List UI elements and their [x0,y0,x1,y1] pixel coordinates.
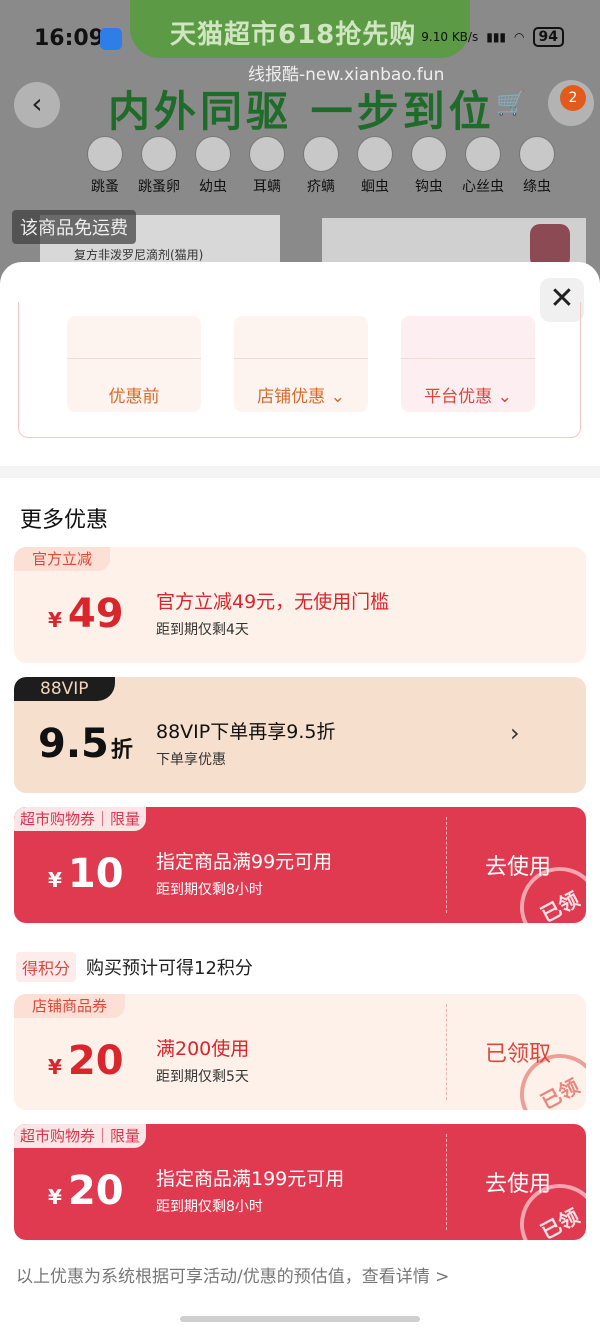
coupon-amount: ¥49 [48,591,124,637]
hookworm-icon [411,136,447,172]
battery-icon: 94 [532,27,564,47]
coupon-title: 指定商品满99元可用 [156,851,333,873]
coupon-title: 满200使用 [156,1038,250,1060]
pest-item: 跳蚤 [80,136,130,196]
coupon-title: 指定商品满199元可用 [156,1168,345,1190]
breakdown-label: 平台优惠 ⌄ [424,387,512,407]
flea-egg-icon [141,136,177,172]
coupon-tag: 超市购物券｜限量 [14,1124,147,1148]
coupon-amount: 9.5折 [38,721,133,767]
coupon-amount: ¥20 [48,1038,124,1084]
tapeworm-icon [519,136,555,172]
cart-count-badge: 2 [560,85,586,111]
coupon-supermarket-10: 超市购物券｜限量 ¥10 指定商品满99元可用 距到期仅剩8小时 已领 去使用 [14,807,586,923]
status-icons: 9.10 KB/s ▮▮▮ ◠ 94 [421,27,564,47]
coupon-88vip[interactable]: 88VIP 9.5折 88VIP下单再享9.5折 下单享优惠 › [14,677,586,793]
coupon-supermarket-20: 超市购物券｜限量 ¥20 指定商品满199元可用 距到期仅剩8小时 已领 去使用 [14,1124,586,1240]
wifi-icon: ◠ [514,30,525,44]
chevron-right-icon: › [510,719,520,747]
breakdown-card-store[interactable]: 店铺优惠 ⌄ [234,316,368,412]
status-bar: 16:09 9.10 KB/s ▮▮▮ ◠ 94 [0,0,600,80]
breakdown-label: 店铺优惠 ⌄ [257,387,345,407]
coupon-amount: ¥10 [48,851,124,897]
coupon-divider [446,1134,447,1230]
back-arrow-icon[interactable]: ‹ [14,82,60,128]
coupon-tag: 88VIP [14,677,115,701]
pest-list: 跳蚤 跳蚤卵 幼虫 耳螨 疥螨 蛔虫 钩虫 心丝虫 绦虫 [80,136,562,196]
coupon-subtitle: 下单享优惠 [156,752,226,768]
pest-item: 心丝虫 [458,136,508,196]
coupon-expiry: 距到期仅剩8小时 [156,1199,263,1215]
home-indicator[interactable] [180,1316,420,1322]
chevron-down-icon: ⌄ [330,387,345,407]
claimed-label: 已领取 [484,1042,551,1067]
flea-icon [87,136,123,172]
coupon-amount: ¥20 [48,1168,124,1214]
coupon-official-discount[interactable]: 官方立减 ¥49 官方立减49元，无使用门槛 距到期仅剩4天 [14,547,586,663]
product-heading: 内外同驱 一步到位 [108,87,495,136]
coupon-title: 官方立减49元，无使用门槛 [156,591,390,613]
pest-item: 幼虫 [188,136,238,196]
larva-icon [195,136,231,172]
coupon-title: 88VIP下单再享9.5折 [156,721,336,743]
signal-icon: ▮▮▮ [486,30,507,44]
divider [0,466,600,478]
app-notification-icon [100,28,122,50]
discount-sheet: ✕ 优惠前 店铺优惠 ⌄ 平台优惠 ⌄ 更多优惠 官方立减 ¥49 官方立减49… [0,262,600,1333]
pest-item: 跳蚤卵 [134,136,184,196]
breakdown-card-platform[interactable]: 平台优惠 ⌄ [401,316,535,412]
pest-item: 蛔虫 [350,136,400,196]
network-speed: 9.10 KB/s [421,30,479,44]
product-box-text: 复方非泼罗尼滴剂(猫用) [74,248,204,262]
coupon-tag: 官方立减 [14,547,111,571]
price-breakdown: 优惠前 店铺优惠 ⌄ 平台优惠 ⌄ [18,302,581,438]
breakdown-card-original: 优惠前 [67,316,201,412]
roundworm-icon [357,136,393,172]
coupon-expiry: 距到期仅剩8小时 [156,882,263,898]
cart-icon[interactable]: 🛒 [488,80,534,126]
pest-item: 耳螨 [242,136,292,196]
free-shipping-label: 该商品免运费 [12,210,136,244]
status-time: 16:09 [34,26,105,51]
details-link[interactable]: 以上优惠为系统根据可享活动/优惠的预估值，查看详情 > [16,1262,449,1287]
scabies-mite-icon [303,136,339,172]
coupon-divider [446,1004,447,1100]
points-row: 得积分 购买预计可得12积分 [16,952,253,982]
coupon-tag: 店铺商品券 [14,994,126,1018]
coupon-expiry: 距到期仅剩4天 [156,622,249,638]
use-coupon-button[interactable]: 去使用 [450,849,586,881]
coupon-tag: 超市购物券｜限量 [14,807,147,831]
use-coupon-button[interactable]: 去使用 [450,1166,586,1198]
coupon-expiry: 距到期仅剩5天 [156,1069,249,1085]
section-title: 更多优惠 [20,508,109,533]
coupon-divider [446,817,447,913]
pest-item: 绦虫 [512,136,562,196]
ear-mite-icon [249,136,285,172]
breakdown-label: 优惠前 [108,387,160,407]
points-text: 购买预计可得12积分 [86,958,253,979]
points-tag: 得积分 [16,952,77,982]
heartworm-icon [465,136,501,172]
pest-item: 钩虫 [404,136,454,196]
pest-item: 疥螨 [296,136,346,196]
coupon-store-20: 店铺商品券 ¥20 满200使用 距到期仅剩5天 已领 已领取 [14,994,586,1110]
chevron-down-icon: ⌄ [497,387,512,407]
